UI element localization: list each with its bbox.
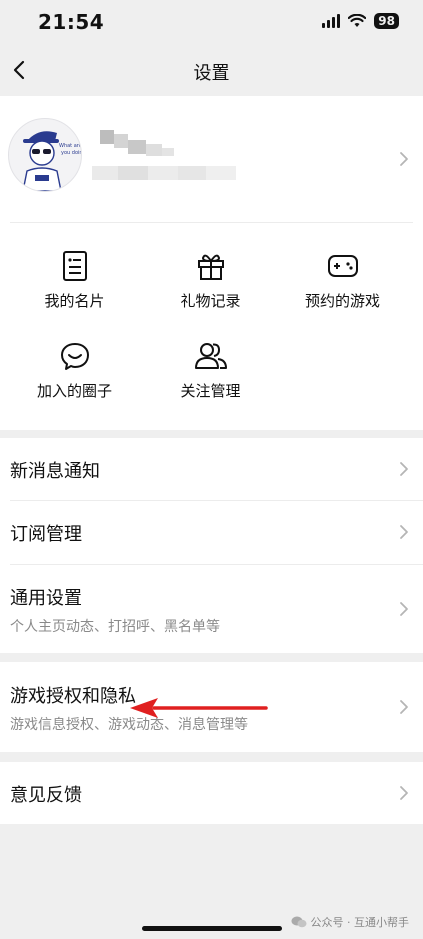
profile-chevron-right-icon: [400, 152, 408, 166]
settings-list-feedback: 意见反馈: [0, 762, 423, 824]
quick-action-label: 礼物记录: [180, 292, 241, 310]
wechat-logo-icon: [291, 916, 306, 928]
settings-row-feedback[interactable]: 意见反馈: [0, 762, 423, 824]
row-title: 游戏授权和隐私: [10, 686, 136, 707]
name-card-icon: [62, 251, 87, 281]
gift-icon: [197, 254, 224, 280]
chevron-right-icon: [400, 602, 408, 616]
settings-row-subscriptions[interactable]: 订阅管理: [0, 501, 423, 564]
status-time: 21:54: [38, 10, 105, 34]
quick-action-label: 预约的游戏: [304, 292, 380, 310]
signal-icon: [322, 14, 341, 28]
chevron-right-icon: [400, 525, 408, 539]
gamepad-icon: [327, 255, 358, 277]
quick-action-gifts[interactable]: 礼物记录: [140, 250, 281, 330]
settings-row-general[interactable]: 通用设置 个人主页动态、打招呼、黑名单等: [0, 565, 423, 653]
avatar: What are you doing?: [8, 118, 82, 192]
nav-bar: 设置: [0, 46, 423, 96]
status-bar: 21:54 98: [0, 0, 423, 46]
profile-divider: [10, 222, 413, 223]
wifi-icon: [348, 14, 367, 27]
quick-action-label: 我的名片: [44, 292, 105, 310]
chevron-right-icon: [400, 700, 408, 714]
watermark: 公众号 · 互通小帮手: [291, 914, 410, 930]
username-blurred: [92, 130, 242, 190]
profile-row[interactable]: What are you doing?: [0, 96, 423, 222]
row-title: 通用设置: [10, 588, 82, 609]
watermark-text: 公众号 · 互通小帮手: [310, 916, 410, 929]
quick-action-name-card[interactable]: 我的名片: [4, 250, 145, 330]
battery-icon: 98: [374, 13, 399, 29]
row-title: 订阅管理: [10, 524, 82, 545]
people-icon: [194, 343, 227, 369]
row-subtitle: 个人主页动态、打招呼、黑名单等: [10, 619, 220, 635]
svg-text:you doing?: you doing?: [61, 150, 82, 156]
quick-action-joined-circles[interactable]: 加入的圈子: [4, 340, 145, 420]
row-title: 意见反馈: [10, 785, 82, 806]
quick-action-label: 加入的圈子: [36, 382, 112, 400]
home-indicator: [142, 926, 282, 931]
page-title: 设置: [193, 63, 230, 84]
chevron-right-icon: [400, 786, 408, 800]
settings-row-notifications[interactable]: 新消息通知: [0, 438, 423, 500]
chat-bubble-icon: [60, 343, 89, 370]
quick-action-reserved-games[interactable]: 预约的游戏: [272, 250, 413, 330]
chevron-right-icon: [400, 462, 408, 476]
annotation-arrow-icon: [130, 698, 268, 718]
settings-list-main: 新消息通知 订阅管理 通用设置 个人主页动态、打招呼、黑名单等: [0, 438, 423, 653]
status-icons: 98: [322, 13, 399, 29]
row-title: 新消息通知: [10, 461, 100, 482]
quick-action-follow-management[interactable]: 关注管理: [140, 340, 281, 420]
profile-card: What are you doing? 我: [0, 96, 423, 430]
svg-text:What are: What are: [59, 143, 82, 149]
avatar-illustration: What are you doing?: [22, 131, 82, 191]
quick-action-label: 关注管理: [180, 382, 241, 400]
